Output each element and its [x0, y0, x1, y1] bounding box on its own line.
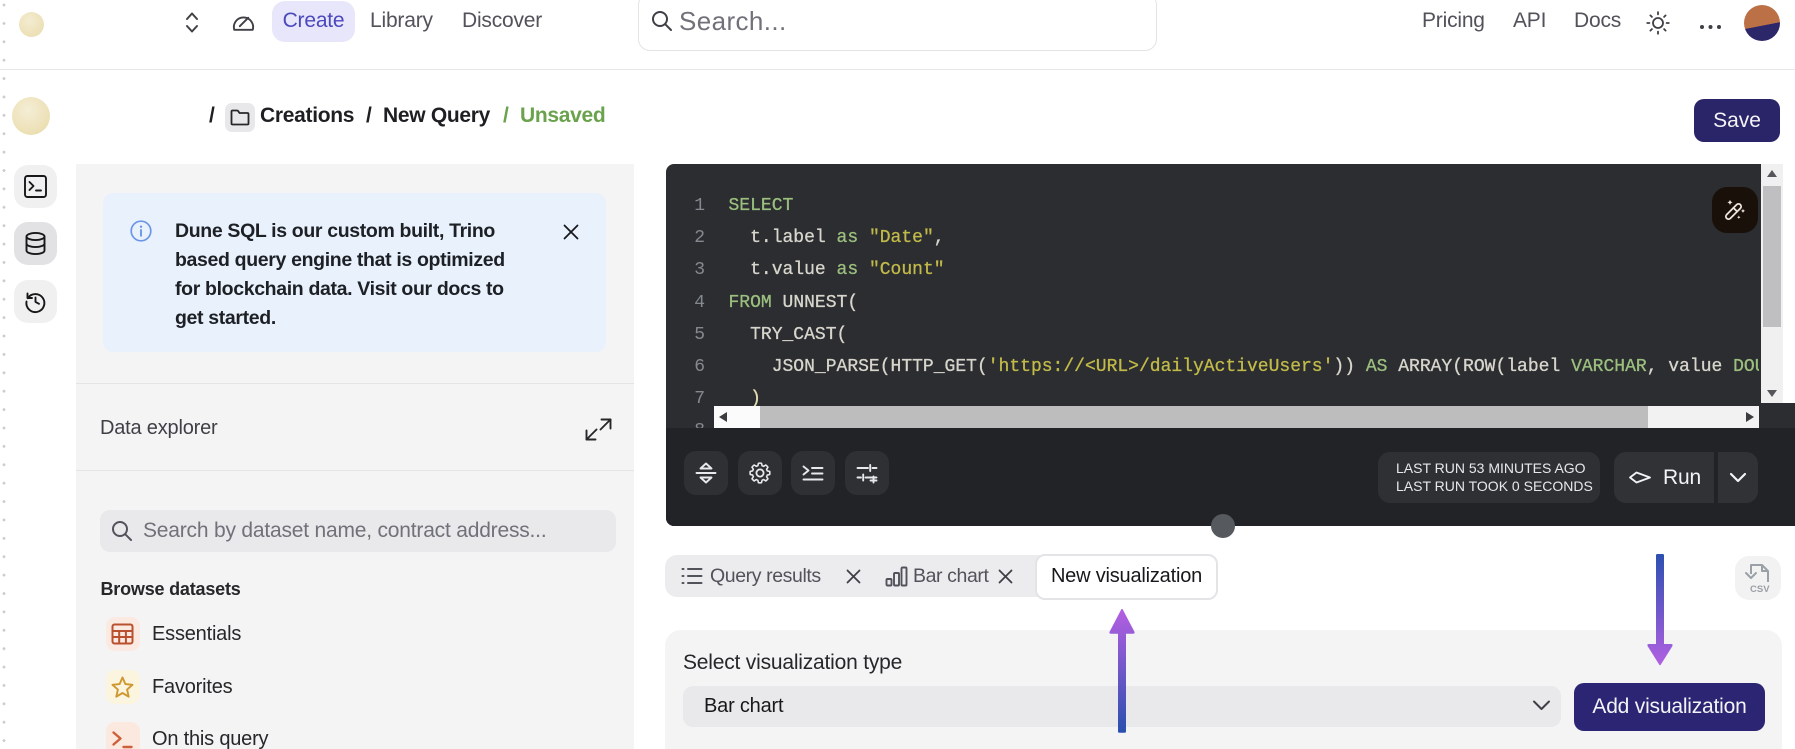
svg-text:CSV: CSV	[1750, 584, 1770, 594]
